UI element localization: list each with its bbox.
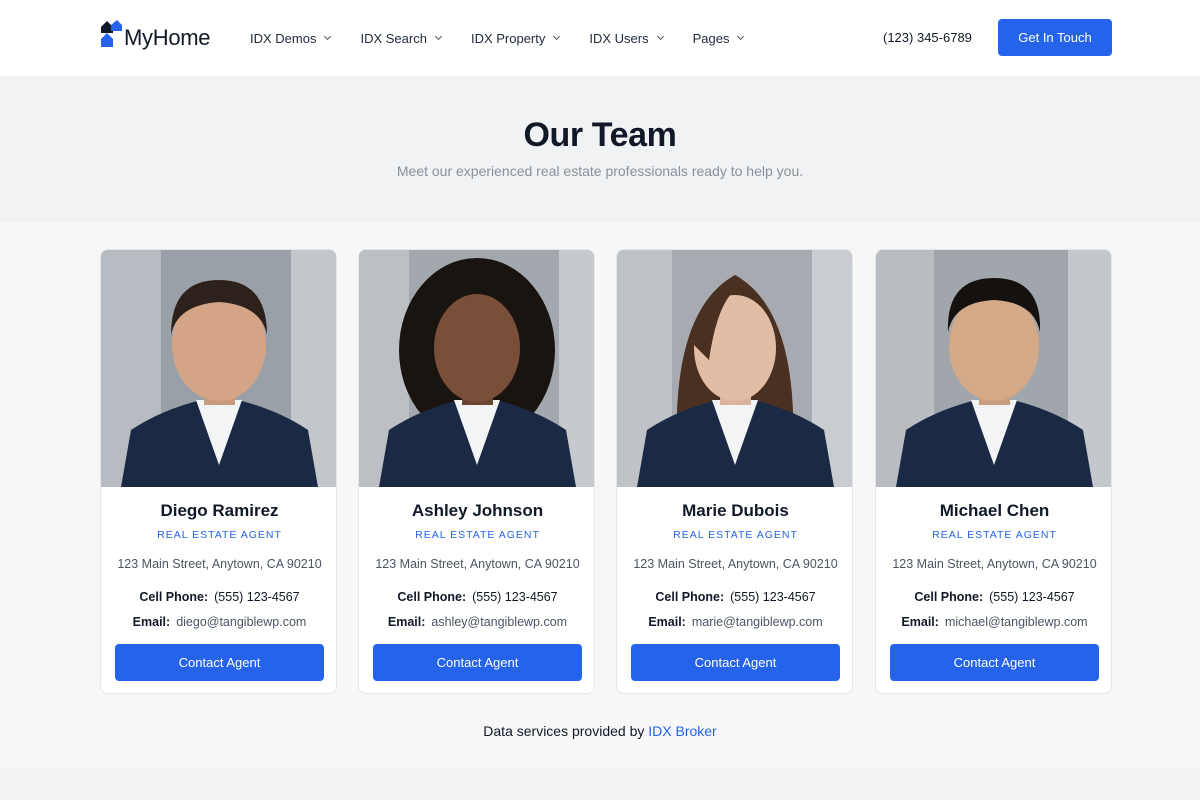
agent-phone: Cell Phone: (555) 123-4567 bbox=[101, 590, 336, 604]
main-nav: IDX Demos IDX Search IDX Property IDX Us… bbox=[250, 0, 773, 76]
nav-item-idx-demos[interactable]: IDX Demos bbox=[250, 30, 332, 46]
cell-phone-label: Cell Phone: bbox=[655, 590, 725, 604]
agent-photo bbox=[617, 250, 852, 487]
agent-phone: Cell Phone: (555) 123-4567 bbox=[876, 590, 1111, 604]
chevron-down-icon bbox=[737, 32, 745, 41]
contact-agent-button[interactable]: Contact Agent bbox=[373, 644, 582, 681]
contact-agent-button[interactable]: Contact Agent bbox=[631, 644, 840, 681]
email-value[interactable]: ashley@tangiblewp.com bbox=[431, 615, 567, 629]
nav-item-idx-users[interactable]: IDX Users bbox=[589, 30, 664, 46]
contact-agent-button[interactable]: Contact Agent bbox=[890, 644, 1099, 681]
logo-text: MyHome bbox=[124, 25, 211, 50]
agent-email: Email: diego@tangiblewp.com bbox=[101, 615, 336, 629]
email-label: Email: bbox=[387, 615, 426, 629]
nav-label: IDX Demos bbox=[250, 30, 317, 46]
agent-role: REAL ESTATE AGENT bbox=[157, 529, 282, 541]
site-header: MyHome IDX Demos IDX Search IDX Property… bbox=[0, 0, 1200, 76]
data-services-note: Data services provided by IDX Broker bbox=[0, 723, 1200, 739]
agent-phone: Cell Phone: (555) 123-4567 bbox=[359, 590, 594, 604]
email-value[interactable]: diego@tangiblewp.com bbox=[176, 615, 306, 629]
agent-role: REAL ESTATE AGENT bbox=[415, 529, 540, 541]
email-value[interactable]: michael@tangiblewp.com bbox=[945, 615, 1088, 629]
agent-email: Email: marie@tangiblewp.com bbox=[617, 615, 852, 629]
team-grid: Diego Ramirez REAL ESTATE AGENT 123 Main… bbox=[100, 249, 1112, 694]
phone-value[interactable]: (555) 123-4567 bbox=[214, 590, 299, 604]
agent-name: Michael Chen bbox=[939, 501, 1050, 520]
agent-email: Email: ashley@tangiblewp.com bbox=[359, 615, 594, 629]
nav-label: Pages bbox=[692, 30, 730, 46]
contact-agent-button[interactable]: Contact Agent bbox=[115, 644, 324, 681]
agent-photo bbox=[876, 250, 1111, 487]
page-title: Our Team bbox=[523, 116, 677, 154]
agent-role: REAL ESTATE AGENT bbox=[932, 529, 1057, 541]
agent-card: Ashley Johnson REAL ESTATE AGENT 123 Mai… bbox=[358, 249, 595, 694]
idx-broker-link[interactable]: IDX Broker bbox=[648, 723, 716, 739]
agent-card: Michael Chen REAL ESTATE AGENT 123 Main … bbox=[875, 249, 1112, 694]
agent-address: 123 Main Street, Anytown, CA 90210 bbox=[633, 557, 838, 571]
data-services-text: Data services provided by bbox=[483, 723, 645, 739]
header-phone-link[interactable]: (123) 345-6789 bbox=[883, 30, 972, 45]
cell-phone-label: Cell Phone: bbox=[139, 590, 209, 604]
agent-role: REAL ESTATE AGENT bbox=[673, 529, 798, 541]
agent-card: Diego Ramirez REAL ESTATE AGENT 123 Main… bbox=[100, 249, 337, 694]
house-logo-icon bbox=[101, 20, 122, 47]
get-in-touch-button[interactable]: Get In Touch bbox=[998, 19, 1112, 56]
cell-phone-label: Cell Phone: bbox=[397, 590, 467, 604]
agent-name: Marie Dubois bbox=[682, 501, 789, 520]
email-label: Email: bbox=[132, 615, 171, 629]
agent-photo bbox=[359, 250, 594, 487]
agent-photo bbox=[101, 250, 336, 487]
agent-address: 123 Main Street, Anytown, CA 90210 bbox=[117, 557, 322, 571]
bottom-strip bbox=[0, 768, 1200, 800]
phone-value[interactable]: (555) 123-4567 bbox=[989, 590, 1074, 604]
agent-card: Marie Dubois REAL ESTATE AGENT 123 Main … bbox=[616, 249, 853, 694]
agent-name: Ashley Johnson bbox=[411, 501, 544, 520]
agent-name: Diego Ramirez bbox=[160, 501, 279, 520]
agent-address: 123 Main Street, Anytown, CA 90210 bbox=[892, 557, 1097, 571]
nav-label: IDX Users bbox=[589, 30, 649, 46]
page-subtitle: Meet our experienced real estate profess… bbox=[396, 163, 804, 179]
logo[interactable]: MyHome bbox=[100, 18, 211, 58]
hero-section: Our Team Meet our experienced real estat… bbox=[0, 76, 1200, 222]
agent-phone: Cell Phone: (555) 123-4567 bbox=[617, 590, 852, 604]
email-value[interactable]: marie@tangiblewp.com bbox=[692, 615, 823, 629]
phone-value[interactable]: (555) 123-4567 bbox=[730, 590, 815, 604]
nav-label: IDX Search bbox=[360, 30, 427, 46]
agent-email: Email: michael@tangiblewp.com bbox=[876, 615, 1111, 629]
chevron-down-icon bbox=[656, 32, 664, 41]
cell-phone-label: Cell Phone: bbox=[914, 590, 984, 604]
nav-item-idx-search[interactable]: IDX Search bbox=[360, 30, 442, 46]
nav-item-idx-property[interactable]: IDX Property bbox=[470, 30, 561, 46]
chevron-down-icon bbox=[324, 32, 332, 41]
email-label: Email: bbox=[648, 615, 686, 629]
chevron-down-icon bbox=[434, 32, 442, 41]
nav-item-pages[interactable]: Pages bbox=[692, 30, 745, 46]
phone-value[interactable]: (555) 123-4567 bbox=[472, 590, 557, 604]
email-label: Email: bbox=[901, 615, 939, 629]
nav-label: IDX Property bbox=[470, 30, 546, 46]
agent-address: 123 Main Street, Anytown, CA 90210 bbox=[375, 557, 580, 571]
chevron-down-icon bbox=[553, 32, 561, 41]
